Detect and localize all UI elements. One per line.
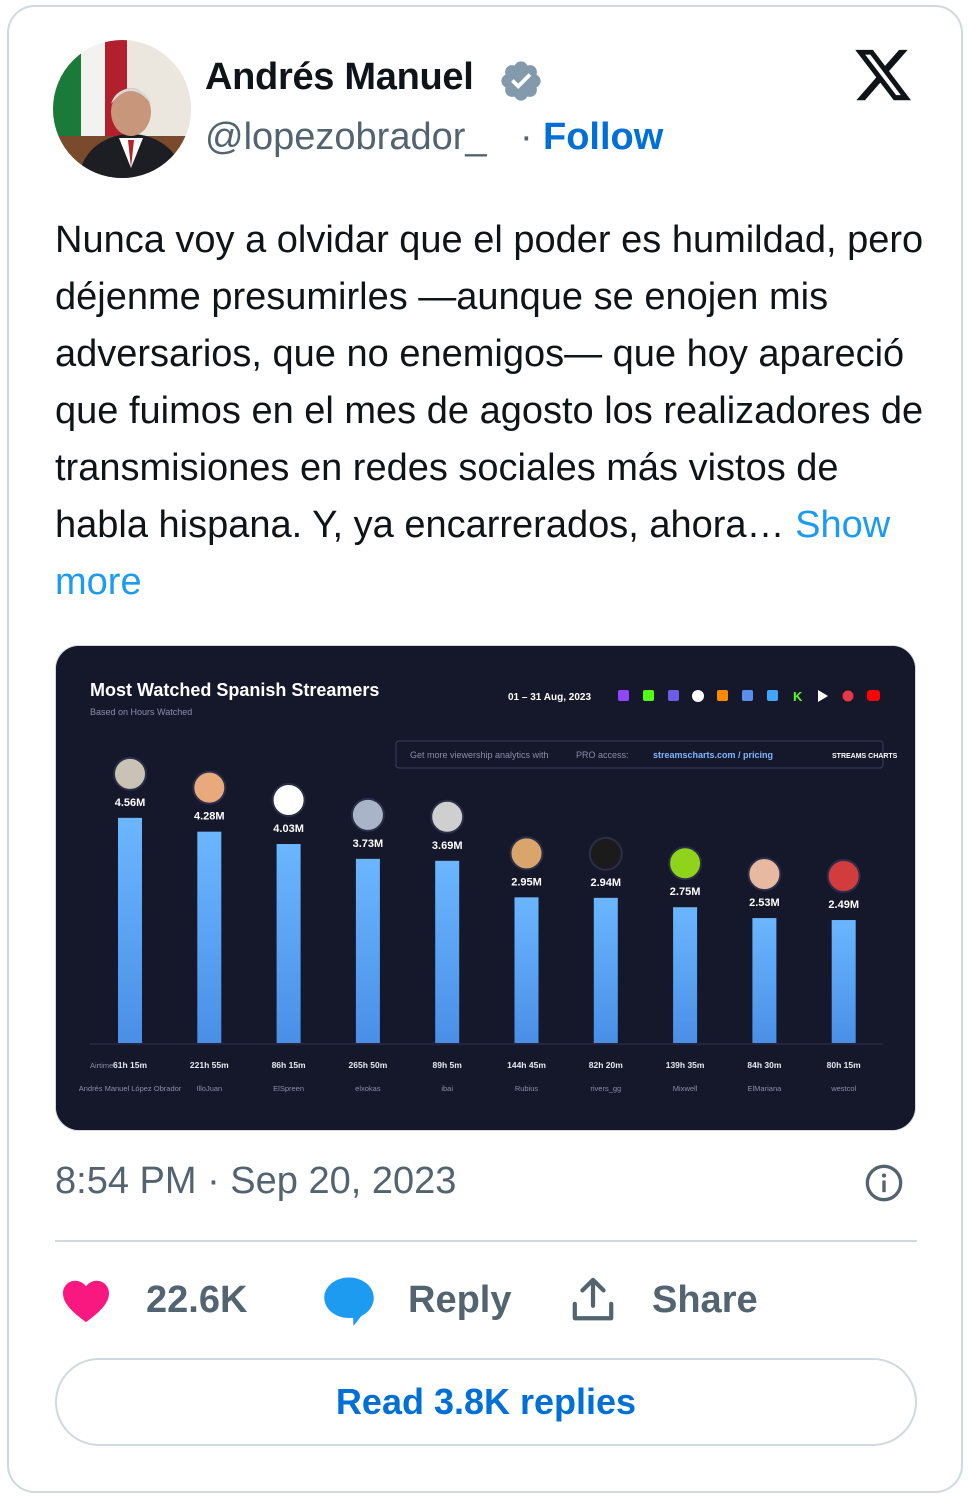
reply-bubble-icon [324, 1277, 374, 1326]
streamer-name: elxokas [355, 1084, 381, 1093]
chart-promo-pro: PRO access: [576, 750, 629, 760]
bar-value-label: 3.73M [353, 838, 384, 850]
airtime-value: 89h 5m [433, 1060, 463, 1070]
share-button[interactable]: Share [570, 1270, 758, 1330]
like-count: 22.6K [146, 1278, 248, 1321]
streamer-avatar [430, 799, 465, 834]
chart-bar [673, 907, 698, 1043]
bar-value-label: 2.95M [511, 876, 542, 888]
streamer-avatar [588, 836, 623, 871]
streamer-name: Rubius [515, 1084, 539, 1093]
streamer-name: Andrés Manuel López Obrador [79, 1084, 182, 1093]
streamer-name: IlloJuan [196, 1084, 222, 1093]
chart-bar [435, 860, 460, 1043]
airtime-value: 84h 30m [747, 1060, 781, 1070]
bar-value-label: 2.53M [749, 897, 780, 909]
streamer-avatar [509, 836, 544, 871]
streamer-name: ibai [441, 1084, 453, 1093]
chart-bar [197, 831, 222, 1043]
bar-value-label: 4.03M [273, 823, 304, 835]
airtime-value: 80h 15m [827, 1060, 861, 1070]
streamer-avatar [350, 797, 385, 832]
chart-bar [276, 844, 301, 1043]
streamer-name: rivers_gg [590, 1084, 621, 1093]
heart-icon [63, 1280, 109, 1323]
bar-value-label: 4.28M [194, 811, 225, 823]
separator-dot: · [520, 116, 533, 158]
airtime-value: 82h 20m [589, 1060, 623, 1070]
chart-bar [831, 920, 856, 1043]
tweet-timestamp[interactable]: 8:54 PM · Sep 20, 2023 [55, 1160, 456, 1203]
chart-promo-link: streamscharts.com / pricing [653, 750, 773, 760]
x-logo-icon[interactable] [852, 44, 914, 106]
streamer-avatar [271, 783, 306, 818]
airtime-label: Airtime: [90, 1061, 115, 1070]
airtime-value: 144h 45m [507, 1060, 546, 1070]
airtime-value: 139h 35m [666, 1060, 705, 1070]
share-upload-icon [572, 1277, 614, 1321]
read-replies-button[interactable]: Read 3.8K replies [55, 1358, 917, 1446]
info-icon[interactable] [864, 1163, 904, 1203]
tweet-media-chart[interactable]: Most Watched Spanish Streamers Based on … [55, 645, 916, 1131]
follow-button[interactable]: Follow [543, 116, 663, 159]
airtime-value: 221h 55m [190, 1060, 229, 1070]
reply-label: Reply [408, 1278, 512, 1321]
chart-subtitle: Based on Hours Watched [90, 707, 192, 717]
bar-value-label: 3.69M [432, 840, 463, 852]
streamer-name: ElSpreen [273, 1084, 304, 1093]
bar-value-label: 2.75M [670, 886, 701, 898]
chart-bar [593, 897, 618, 1043]
like-button[interactable]: 22.6K [60, 1270, 247, 1330]
chart-bar [752, 918, 777, 1043]
tweet-text: Nunca voy a olvidar que el poder es humi… [55, 212, 925, 611]
chart-bar [118, 817, 142, 1043]
author-avatar[interactable] [53, 40, 191, 178]
bar-value-label: 2.94M [591, 877, 622, 889]
streamer-avatar [747, 857, 782, 892]
chart-bar [514, 897, 539, 1043]
airtime-value: 86h 15m [272, 1060, 306, 1070]
tweet-body: Nunca voy a olvidar que el poder es humi… [55, 219, 924, 546]
bar-value-label: 4.56M [115, 797, 146, 809]
streamer-name: Mixwell [673, 1084, 698, 1093]
streamer-avatar [668, 846, 703, 881]
bar-chart: Most Watched Spanish Streamers Based on … [56, 646, 915, 1130]
bar-value-label: 2.49M [828, 899, 859, 911]
chart-promo-text: Get more viewership analytics with [410, 750, 549, 760]
chart-brand: STREAMS CHARTS [832, 753, 898, 760]
chart-bar [355, 858, 380, 1043]
chart-date-range: 01 – 31 Aug, 2023 [508, 692, 591, 703]
svg-text:K: K [793, 689, 803, 704]
streamer-name: westcol [830, 1084, 856, 1093]
streamer-name: ElMariana [748, 1084, 783, 1093]
streamer-avatar [826, 859, 861, 894]
footer-divider [55, 1240, 917, 1242]
share-label: Share [652, 1278, 758, 1321]
author-name[interactable]: Andrés Manuel [205, 56, 474, 99]
verified-badge-icon [501, 61, 541, 101]
author-handle[interactable]: @lopezobrador_ [205, 116, 487, 159]
streamer-avatar [113, 756, 147, 791]
airtime-value: 61h 15m [113, 1060, 147, 1070]
chart-title: Most Watched Spanish Streamers [90, 680, 379, 700]
airtime-value: 265h 50m [349, 1060, 388, 1070]
streamer-avatar [192, 770, 227, 805]
reply-button[interactable]: Reply [322, 1270, 511, 1330]
